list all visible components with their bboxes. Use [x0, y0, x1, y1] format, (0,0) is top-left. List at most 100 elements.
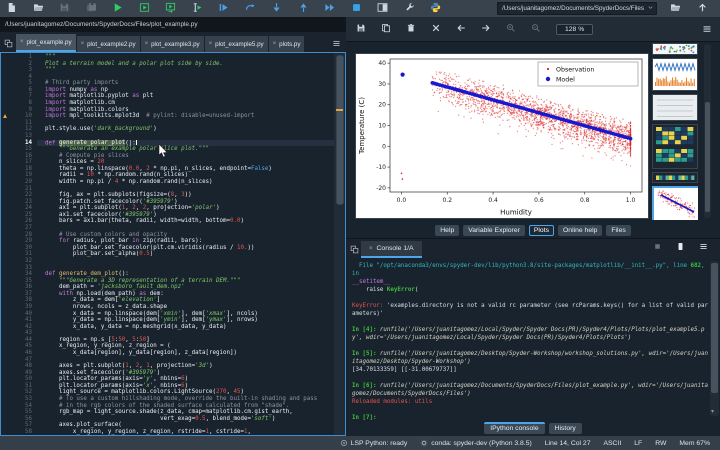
save-all-button[interactable] — [86, 2, 99, 15]
code-line: y_data = np.linspace(dem['ymin'], dem['y… — [45, 317, 258, 324]
pane-tab-plots[interactable]: Plots — [528, 224, 554, 236]
code-line: # in the rgb colors of the shaded surfac… — [58, 402, 290, 409]
zoom-out-button[interactable] — [531, 23, 544, 36]
plot-thumbnail-scatter-categories[interactable] — [652, 43, 698, 55]
plot-thumbnail-heatmaps[interactable] — [652, 124, 698, 169]
code-line: x_region, y_region, z_region = ( — [45, 343, 171, 350]
run-cell-advance-button[interactable] — [165, 2, 178, 15]
line-number: 14 — [25, 139, 32, 146]
line-number: 40 — [25, 310, 32, 317]
open-file-button[interactable] — [33, 2, 46, 15]
code-line: import numpy as np — [45, 86, 108, 93]
debug-step-into-button[interactable] — [271, 2, 284, 15]
close-icon[interactable]: × — [209, 41, 213, 47]
editor-tab-bar: × plot_example.py × plot_example2.py × plot_e… — [0, 32, 346, 52]
code-line: def generate_polar_plot(): — [37, 139, 334, 147]
plot-thumbnail-faint-lines[interactable] — [652, 94, 698, 121]
line-number: 5 — [28, 80, 33, 87]
save-file-button[interactable] — [59, 2, 72, 15]
line-number: 49 — [25, 369, 32, 376]
close-icon[interactable]: × — [369, 246, 373, 252]
remove-plot-button[interactable] — [406, 23, 419, 36]
editor-tab-plot_example2.py[interactable]: × plot_example2.py — [76, 36, 140, 52]
editor-tab-plots.py[interactable]: × plots.py — [268, 36, 305, 52]
run-selection-button[interactable] — [192, 2, 205, 15]
python-path-manager-button[interactable] — [430, 2, 443, 15]
run-selection-icon — [192, 2, 205, 15]
python-path-manager-icon — [430, 2, 443, 15]
plot-thumbnail-scatter-regression[interactable] — [652, 186, 698, 220]
close-icon[interactable]: × — [145, 41, 149, 47]
go-to-parent-directory-button[interactable] — [697, 2, 710, 15]
close-icon[interactable]: × — [273, 41, 277, 47]
debug-step-return-button[interactable] — [298, 2, 311, 15]
browse-tabs-icon[interactable] — [348, 242, 361, 257]
editor-code-area[interactable]: """ Plot a terrain model and a polar plot… — [37, 53, 334, 435]
editor-tab-plot_example.py[interactable]: × plot_example.py — [16, 34, 76, 52]
editor-tab-plot_example3.py[interactable]: × plot_example3.py — [140, 36, 204, 52]
scroll-down-icon[interactable]: ▾ — [711, 409, 714, 415]
copy-plot-button[interactable] — [381, 23, 394, 36]
save-plot-button[interactable] — [356, 23, 369, 36]
plots-options-menu-button[interactable] — [700, 23, 713, 36]
plot-thumbnail-colorbar[interactable] — [652, 172, 698, 183]
status-line-14: Line 14, Col 27 — [545, 440, 591, 447]
remove-all-plots-button[interactable] — [431, 23, 444, 36]
run-cell-button[interactable] — [139, 2, 152, 15]
browse-tabs-icon[interactable] — [2, 36, 15, 51]
pane-tab-online-help[interactable]: Online help — [558, 224, 603, 236]
inspect-object-button[interactable] — [676, 242, 689, 255]
status-bar: LSP Python: ready conda: spyder-dev (Pyth… — [0, 436, 720, 450]
plot-thumbnail-waves[interactable] — [652, 58, 698, 91]
console-bottom-tab-ipython-console[interactable]: IPython console — [484, 422, 545, 434]
close-icon[interactable]: × — [81, 41, 85, 47]
pane-tab-files[interactable]: Files — [606, 224, 631, 236]
previous-plot-icon — [456, 23, 469, 36]
pane-tab-variable-explorer[interactable]: Variable Explorer — [463, 224, 525, 236]
console-tab[interactable]: × Console 1/A — [361, 241, 422, 258]
maximize-pane-button[interactable] — [377, 2, 390, 15]
working-directory-combobox[interactable]: /Users/juanitagomez/Documents/SpyderDocs… — [497, 2, 657, 15]
plots-zoom-level[interactable]: 128 % — [556, 23, 594, 35]
editor-tab-plot_example5.py[interactable]: × plot_example5.py — [204, 36, 268, 52]
code-editor[interactable]: 1 2 3 4 5 6 7 8 9 10 11 12 13 14 15 16 17 18 19 20 21 22 23 24 2… — [0, 52, 346, 436]
code-line: z_data = dem['elevation'] — [45, 297, 161, 304]
editor-scrollbar[interactable] — [334, 53, 345, 435]
zoom-in-button[interactable] — [506, 23, 519, 36]
options-menu-button[interactable] — [699, 242, 712, 255]
pane-tab-help[interactable]: Help — [435, 224, 460, 236]
console-line: In [5]: runfile('/Users/juanitagomez/Des… — [352, 351, 708, 365]
svg-text:0.6: 0.6 — [534, 197, 544, 204]
code-line: dem_path = 'jacksboro_fault_dem.npz' — [45, 284, 185, 291]
console-bottom-tab-history[interactable]: History — [548, 422, 582, 434]
console-bottom-tabs: IPython console History — [346, 420, 720, 436]
run-file-button[interactable] — [112, 2, 125, 15]
tab-options-icon[interactable] — [330, 36, 343, 51]
thumbnails-scrollbar[interactable] — [704, 44, 711, 218]
debug-step-over-button[interactable] — [245, 2, 258, 15]
line-number: 38 — [25, 297, 32, 304]
new-file-button[interactable] — [6, 2, 19, 15]
debug-step-return-icon — [298, 2, 311, 15]
code-line: ax1.set_facecolor('#395979') — [45, 211, 157, 218]
interrupt-kernel-button[interactable] — [653, 242, 666, 255]
console-output[interactable]: File "/opt/anaconda3/envs/spyder-dev/lib… — [346, 258, 708, 420]
next-plot-button[interactable] — [481, 23, 494, 36]
code-line: plt.style.use('dark_background') — [45, 126, 157, 133]
plots-toolbar: 128 % — [346, 17, 720, 42]
preferences-button[interactable] — [404, 2, 417, 15]
stop-debug-button[interactable] — [351, 2, 364, 15]
debug-file-button[interactable] — [218, 2, 231, 15]
close-icon[interactable]: × — [20, 39, 24, 45]
code-line: Plot a terrain model and a polar plot si… — [45, 60, 223, 67]
previous-plot-button[interactable] — [456, 23, 469, 36]
console-tab-label: Console 1/A — [376, 245, 414, 252]
lsp-icon — [340, 439, 348, 447]
console-line: raise KeyError( — [352, 287, 419, 293]
code-line: vert_exag=0.5, blend_mode='soft') — [45, 415, 276, 422]
scrollbar-thumb[interactable] — [335, 55, 344, 205]
debug-continue-button[interactable] — [324, 2, 337, 15]
console-scrollbar[interactable]: ▾ — [710, 261, 719, 416]
browse-working-directory-button[interactable] — [670, 2, 683, 15]
